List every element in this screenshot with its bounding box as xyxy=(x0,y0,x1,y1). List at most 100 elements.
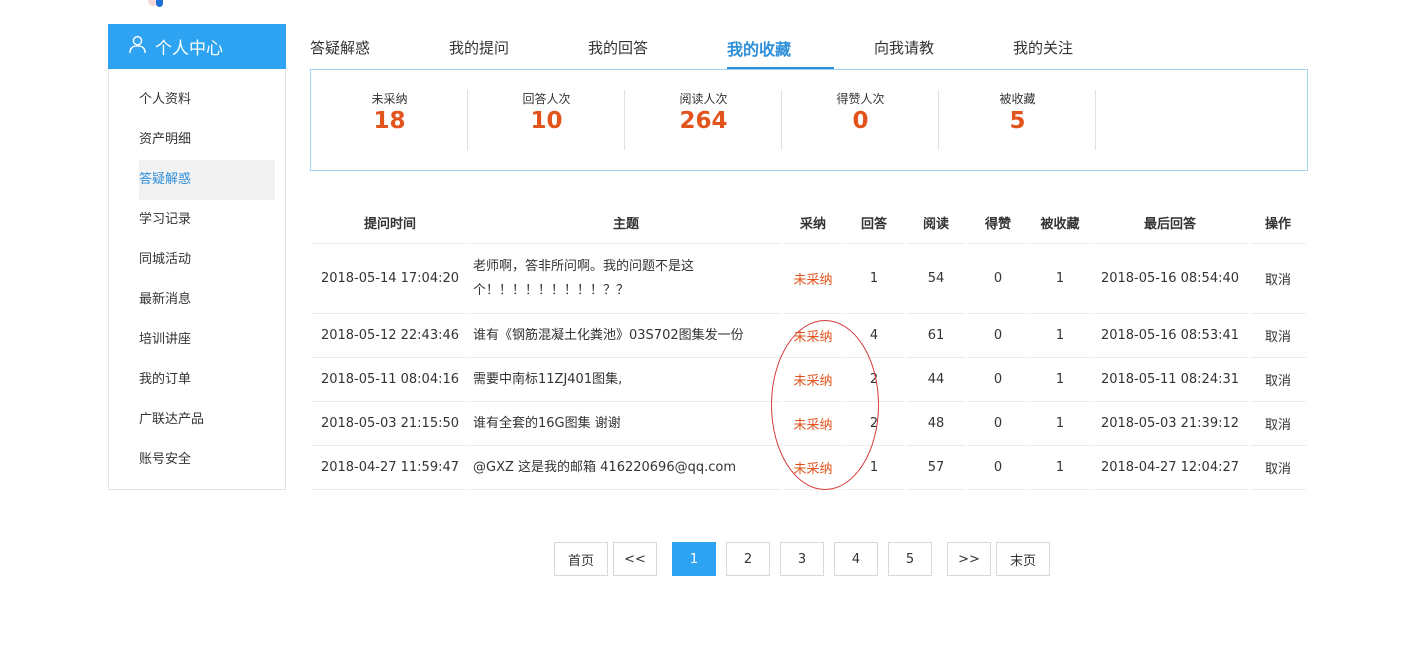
table-row: 2018-04-27 11:59:47 @GXZ 这是我的邮箱 416220696… xyxy=(312,446,1306,490)
stat-value: 0 xyxy=(852,108,869,134)
tab[interactable]: 我的关注 xyxy=(1013,37,1073,58)
user-icon xyxy=(128,35,147,58)
table-row: 2018-05-03 21:15:50 谁有全套的16G图集 谢谢 未采纳 2 48 0 1… xyxy=(312,402,1306,446)
adopt-status: 未采纳 xyxy=(784,314,842,358)
favorite-count: 1 xyxy=(1030,314,1090,358)
adopt-status: 未采纳 xyxy=(784,402,842,446)
sidebar-title: 个人中心 xyxy=(155,39,223,59)
like-count: 0 xyxy=(968,402,1028,446)
answer-count: 2 xyxy=(844,402,904,446)
stat-item: 被收藏 5 xyxy=(939,90,1096,150)
answer-count: 2 xyxy=(844,358,904,402)
page-2-button[interactable]: 2 xyxy=(726,542,770,576)
last-answer-time: 2018-05-03 21:39:12 xyxy=(1092,402,1248,446)
sidebar-item[interactable]: 个人资料 xyxy=(139,80,275,120)
sidebar-menu: 个人资料 资产明细 答疑解惑 学习记录 同城活动 最新消息 培训讲座 我的订单 广联达产品 账号安… xyxy=(139,80,275,480)
like-count: 0 xyxy=(968,446,1028,490)
favorite-count: 1 xyxy=(1030,402,1090,446)
cancel-favorite-link[interactable]: 取消 xyxy=(1250,358,1306,402)
favorite-count: 1 xyxy=(1030,244,1090,314)
last-answer-time: 2018-05-16 08:53:41 xyxy=(1092,314,1248,358)
question-topic: 谁有全套的16G图集 谢谢 xyxy=(470,402,782,446)
cancel-favorite-link[interactable]: 取消 xyxy=(1250,244,1306,314)
stat-item: 阅读人次 264 xyxy=(625,90,782,150)
like-count: 0 xyxy=(968,358,1028,402)
stat-label: 回答人次 xyxy=(522,92,571,106)
column-header: 最后回答 xyxy=(1092,202,1248,244)
like-count: 0 xyxy=(968,314,1028,358)
sidebar-header: 个人中心 xyxy=(108,24,286,69)
sidebar-item[interactable]: 资产明细 xyxy=(139,120,275,160)
stat-value: 10 xyxy=(530,108,563,134)
sidebar-item[interactable]: 最新消息 xyxy=(139,280,275,320)
cancel-favorite-link[interactable]: 取消 xyxy=(1250,402,1306,446)
sidebar-item[interactable]: 我的订单 xyxy=(139,360,275,400)
column-header: 操作 xyxy=(1250,202,1306,244)
last-answer-time: 2018-05-16 08:54:40 xyxy=(1092,244,1248,314)
question-time: 2018-05-11 08:04:16 xyxy=(312,358,468,402)
page-3-button[interactable]: 3 xyxy=(780,542,824,576)
adopt-status: 未采纳 xyxy=(784,358,842,402)
column-header: 得赞 xyxy=(968,202,1028,244)
tab[interactable]: 答疑解惑 xyxy=(310,37,370,58)
last-answer-time: 2018-04-27 12:04:27 xyxy=(1092,446,1248,490)
question-time: 2018-05-12 22:43:46 xyxy=(312,314,468,358)
stat-value: 5 xyxy=(1009,108,1026,134)
sidebar-item[interactable]: 同城活动 xyxy=(139,240,275,280)
stat-item: 回答人次 10 xyxy=(468,90,625,150)
read-count: 44 xyxy=(906,358,966,402)
stat-value: 264 xyxy=(679,108,728,134)
table-row: 2018-05-11 08:04:16 需要中南标11ZJ401图集, 未采纳 2 44… xyxy=(312,358,1306,402)
adopt-status: 未采纳 xyxy=(784,446,842,490)
tab-bar: 答疑解惑 我的提问 我的回答 我的收藏 向我请教 我的关注 xyxy=(310,24,1307,70)
question-topic: 老师啊，答非所问啊。我的问题不是这个！！！！！！！！！？？ xyxy=(470,244,782,314)
tab[interactable]: 我的提问 xyxy=(449,37,509,58)
stat-label: 未采纳 xyxy=(371,92,408,106)
stat-label: 被收藏 xyxy=(999,92,1036,106)
sidebar-item[interactable]: 答疑解惑 xyxy=(139,160,275,200)
answer-count: 4 xyxy=(844,314,904,358)
question-topic: @GXZ 这是我的邮箱 416220696@qq.com xyxy=(470,446,782,490)
prev-page-button[interactable]: << xyxy=(613,542,657,576)
stats-panel: 未采纳 18 回答人次 10 阅读人次 264 得赞人次 0 被收藏 5 xyxy=(310,69,1308,171)
stat-value: 18 xyxy=(373,108,406,134)
question-topic: 谁有《钢筋混凝土化粪池》03S702图集发一份 xyxy=(470,314,782,358)
read-count: 48 xyxy=(906,402,966,446)
tab[interactable]: 向我请教 xyxy=(874,37,934,58)
table-row: 2018-05-12 22:43:46 谁有《钢筋混凝土化粪池》03S702图集发… xyxy=(312,314,1306,358)
column-header: 采纳 xyxy=(784,202,842,244)
sidebar-item[interactable]: 广联达产品 xyxy=(139,400,275,440)
page-4-button[interactable]: 4 xyxy=(834,542,878,576)
question-time: 2018-05-03 21:15:50 xyxy=(312,402,468,446)
tab[interactable]: 我的回答 xyxy=(588,37,648,58)
sidebar-item[interactable]: 账号安全 xyxy=(139,440,275,480)
question-topic: 需要中南标11ZJ401图集, xyxy=(470,358,782,402)
read-count: 57 xyxy=(906,446,966,490)
favorites-table: 提问时间 主题 采纳 回答 阅读 得赞 被收藏 最后回答 操作 2018-05-14 17:04… xyxy=(310,202,1308,490)
logo-fragment xyxy=(140,0,170,10)
first-page-button[interactable]: 首页 xyxy=(554,542,608,576)
last-page-button[interactable]: 末页 xyxy=(996,542,1050,576)
tab[interactable]: 我的收藏 xyxy=(727,36,791,60)
stat-label: 得赞人次 xyxy=(836,92,885,106)
answer-count: 1 xyxy=(844,244,904,314)
cancel-favorite-link[interactable]: 取消 xyxy=(1250,446,1306,490)
sidebar-item[interactable]: 学习记录 xyxy=(139,200,275,240)
stat-item: 得赞人次 0 xyxy=(782,90,939,150)
cancel-favorite-link[interactable]: 取消 xyxy=(1250,314,1306,358)
page-1-button[interactable]: 1 xyxy=(672,542,716,576)
table-row: 2018-05-14 17:04:20 老师啊，答非所问啊。我的问题不是这个！！！… xyxy=(312,244,1306,314)
read-count: 61 xyxy=(906,314,966,358)
question-time: 2018-05-14 17:04:20 xyxy=(312,244,468,314)
table-header-row: 提问时间 主题 采纳 回答 阅读 得赞 被收藏 最后回答 操作 xyxy=(312,202,1306,244)
like-count: 0 xyxy=(968,244,1028,314)
stat-divider xyxy=(1095,90,1096,150)
page-5-button[interactable]: 5 xyxy=(888,542,932,576)
stat-item: 未采纳 18 xyxy=(311,90,468,150)
sidebar-item[interactable]: 培训讲座 xyxy=(139,320,275,360)
answer-count: 1 xyxy=(844,446,904,490)
next-page-button[interactable]: >> xyxy=(947,542,991,576)
question-time: 2018-04-27 11:59:47 xyxy=(312,446,468,490)
stat-label: 阅读人次 xyxy=(679,92,728,106)
sidebar: 个人中心 个人资料 资产明细 答疑解惑 学习记录 同城活动 最新消息 培训讲座 我的订单 广联达… xyxy=(108,24,286,490)
